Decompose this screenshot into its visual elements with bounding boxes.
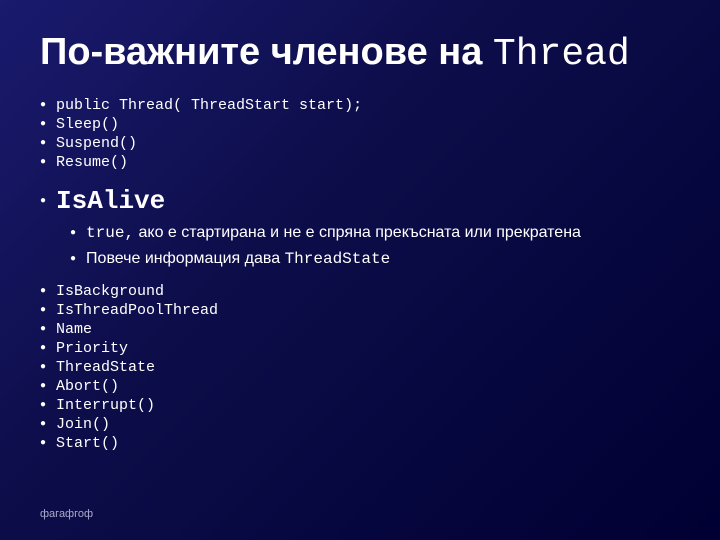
title-suffix: Thread bbox=[493, 33, 630, 76]
sub-list-item-2: Повече информация дава ThreadState bbox=[70, 246, 680, 272]
slide-title: По-важните членове на Thread bbox=[40, 30, 680, 78]
list-item: Priority bbox=[40, 339, 680, 358]
list-item: Suspend() bbox=[40, 134, 680, 153]
list-item: Resume() bbox=[40, 153, 680, 172]
list-item: Interrupt() bbox=[40, 396, 680, 415]
list-item: ThreadState bbox=[40, 358, 680, 377]
list-item: Join() bbox=[40, 415, 680, 434]
thread-state-mono: ThreadState bbox=[285, 250, 391, 268]
list-item: public Thread( ThreadStart start); bbox=[40, 96, 680, 115]
is-alive-label: IsAlive bbox=[40, 186, 680, 216]
list-item: IsBackground bbox=[40, 282, 680, 301]
is-alive-section: IsAlive true, ако е стартирана и не е сп… bbox=[40, 186, 680, 273]
bottom-bullet-list: IsBackground IsThreadPoolThread Name Pri… bbox=[40, 282, 680, 453]
sub-list-item-1: true, ако е стартирана и не е спряна пре… bbox=[70, 220, 680, 246]
list-item: IsThreadPoolThread bbox=[40, 301, 680, 320]
top-bullet-list: public Thread( ThreadStart start); Sleep… bbox=[40, 96, 680, 172]
true-mono: true, bbox=[86, 224, 134, 242]
title-prefix: По-важните членове на bbox=[40, 31, 493, 73]
list-item: Start() bbox=[40, 434, 680, 453]
list-item: Name bbox=[40, 320, 680, 339]
list-item: Abort() bbox=[40, 377, 680, 396]
footer-text: фагафгоф bbox=[40, 500, 680, 520]
is-alive-text: IsAlive bbox=[56, 186, 165, 216]
slide: По-важните членове на Thread public Thre… bbox=[0, 0, 720, 540]
slide-content: public Thread( ThreadStart start); Sleep… bbox=[40, 96, 680, 500]
list-item: Sleep() bbox=[40, 115, 680, 134]
sub-bullet-list: true, ако е стартирана и не е спряна пре… bbox=[70, 220, 680, 273]
